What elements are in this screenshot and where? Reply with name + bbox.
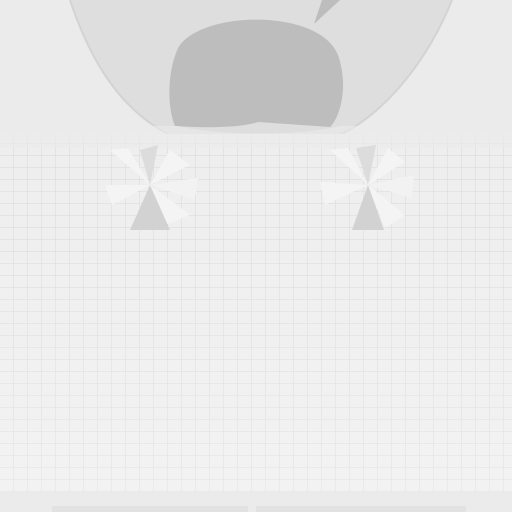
hem-strip-right xyxy=(256,506,466,512)
grid-fade xyxy=(0,134,512,492)
hem-strip-left xyxy=(52,506,248,512)
neck-opening xyxy=(169,19,344,128)
clothing-texture xyxy=(0,0,512,512)
texture-canvas xyxy=(0,0,512,512)
